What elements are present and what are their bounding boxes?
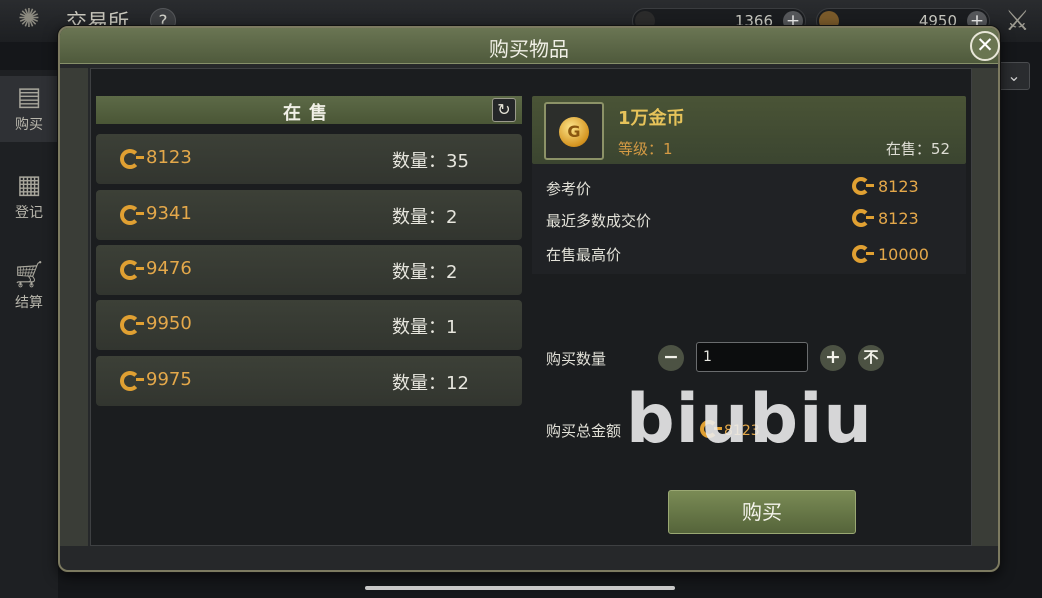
buy-button[interactable]: 购买 — [668, 490, 856, 534]
shop-icon: ▤ — [16, 82, 42, 112]
listing-quantity: 数量：12 — [392, 373, 469, 394]
coin-icon — [120, 371, 144, 395]
listing-row[interactable]: 9476 数量：2 — [96, 245, 522, 295]
crossed-swords-icon[interactable]: ⚔ — [1005, 4, 1030, 37]
quantity-label: 购买数量 — [546, 350, 607, 368]
sidebar-item-register[interactable]: ▦ 登记 — [0, 170, 58, 230]
reference-price-value: 8123 — [852, 177, 919, 196]
listing-row[interactable]: 9950 数量：1 — [96, 300, 522, 350]
coin-icon — [120, 149, 144, 173]
listing-quantity: 数量：1 — [392, 317, 458, 338]
modal-header: 购买物品 — [60, 28, 998, 64]
item-level: 等级：1 — [618, 140, 673, 158]
listing-price: 9476 — [146, 258, 192, 279]
sidebar-item-label: 购买 — [15, 117, 43, 133]
listing-price: 8123 — [146, 147, 192, 168]
modal-title: 购买物品 — [489, 37, 569, 61]
sidebar: ▤ 购买 ▦ 登记 🛒︎ 结算 — [0, 70, 58, 598]
item-on-sale-count: 在售：52 — [885, 140, 950, 158]
reference-price-label: 参考价 — [546, 180, 592, 198]
watermark: biubiu — [626, 380, 873, 459]
sidebar-item-label: 结算 — [15, 295, 43, 311]
total-label: 购买总金额 — [546, 422, 622, 440]
home-indicator[interactable] — [365, 586, 675, 590]
listing-price: 9975 — [146, 369, 192, 390]
sidebar-item-label: 登记 — [15, 205, 43, 221]
modal-right-border — [970, 68, 998, 546]
recent-price-label: 最近多数成交价 — [546, 212, 652, 230]
listing-row[interactable]: 9341 数量：2 — [96, 190, 522, 240]
highest-price-label: 在售最高价 — [546, 246, 622, 264]
sidebar-item-buy[interactable]: ▤ 购买 — [0, 76, 58, 142]
chevron-down-icon: ⌄ — [1007, 66, 1021, 85]
coin-icon — [120, 260, 144, 284]
coin-icon — [120, 315, 144, 339]
listing-row[interactable]: 9975 数量：12 — [96, 356, 522, 406]
listing-price: 9341 — [146, 203, 192, 224]
listing-price: 9950 — [146, 313, 192, 334]
dragon-logo-icon: ✺ — [18, 4, 40, 34]
max-quantity-button[interactable]: 不 — [858, 345, 884, 371]
item-icon-frame[interactable]: G — [544, 102, 604, 160]
cart-icon: 🛒︎ — [12, 260, 46, 290]
listing-header-title: 在售 — [283, 103, 335, 124]
listing-header: 在售 ↻ — [96, 96, 522, 124]
item-card: G 1万金币 等级：1 在售：52 — [532, 96, 966, 164]
sidebar-item-settle[interactable]: 🛒︎ 结算 — [0, 260, 58, 320]
increase-quantity-button[interactable]: + — [820, 345, 846, 371]
purchase-modal: 购买物品 ✕ 在售 ↻ 8123 数量：35 9341 数量：2 9476 数量… — [58, 26, 1000, 572]
coin-icon — [852, 177, 874, 195]
register-icon: ▦ — [16, 170, 42, 200]
listing-quantity: 数量：35 — [392, 151, 469, 172]
decrease-quantity-button[interactable]: − — [658, 345, 684, 371]
close-button[interactable]: ✕ — [970, 31, 1000, 61]
coin-icon — [852, 209, 874, 227]
listing-quantity: 数量：2 — [392, 262, 458, 283]
recent-price-value: 8123 — [852, 209, 919, 228]
modal-left-border — [60, 68, 88, 546]
highest-price-value: 10000 — [852, 245, 929, 264]
refresh-button[interactable]: ↻ — [492, 98, 516, 122]
price-info-panel: 参考价 8123 最近多数成交价 8123 在售最高价 10000 — [532, 164, 966, 274]
gold-coin-icon: G — [559, 117, 589, 147]
quantity-input[interactable] — [696, 342, 808, 372]
coin-icon — [852, 245, 874, 263]
item-name: 1万金币 — [618, 108, 685, 129]
listing-row[interactable]: 8123 数量：35 — [96, 134, 522, 184]
coin-icon — [120, 205, 144, 229]
refresh-icon: ↻ — [497, 100, 511, 119]
listing-quantity: 数量：2 — [392, 207, 458, 228]
grade-dropdown[interactable]: ⌄ — [998, 62, 1030, 90]
